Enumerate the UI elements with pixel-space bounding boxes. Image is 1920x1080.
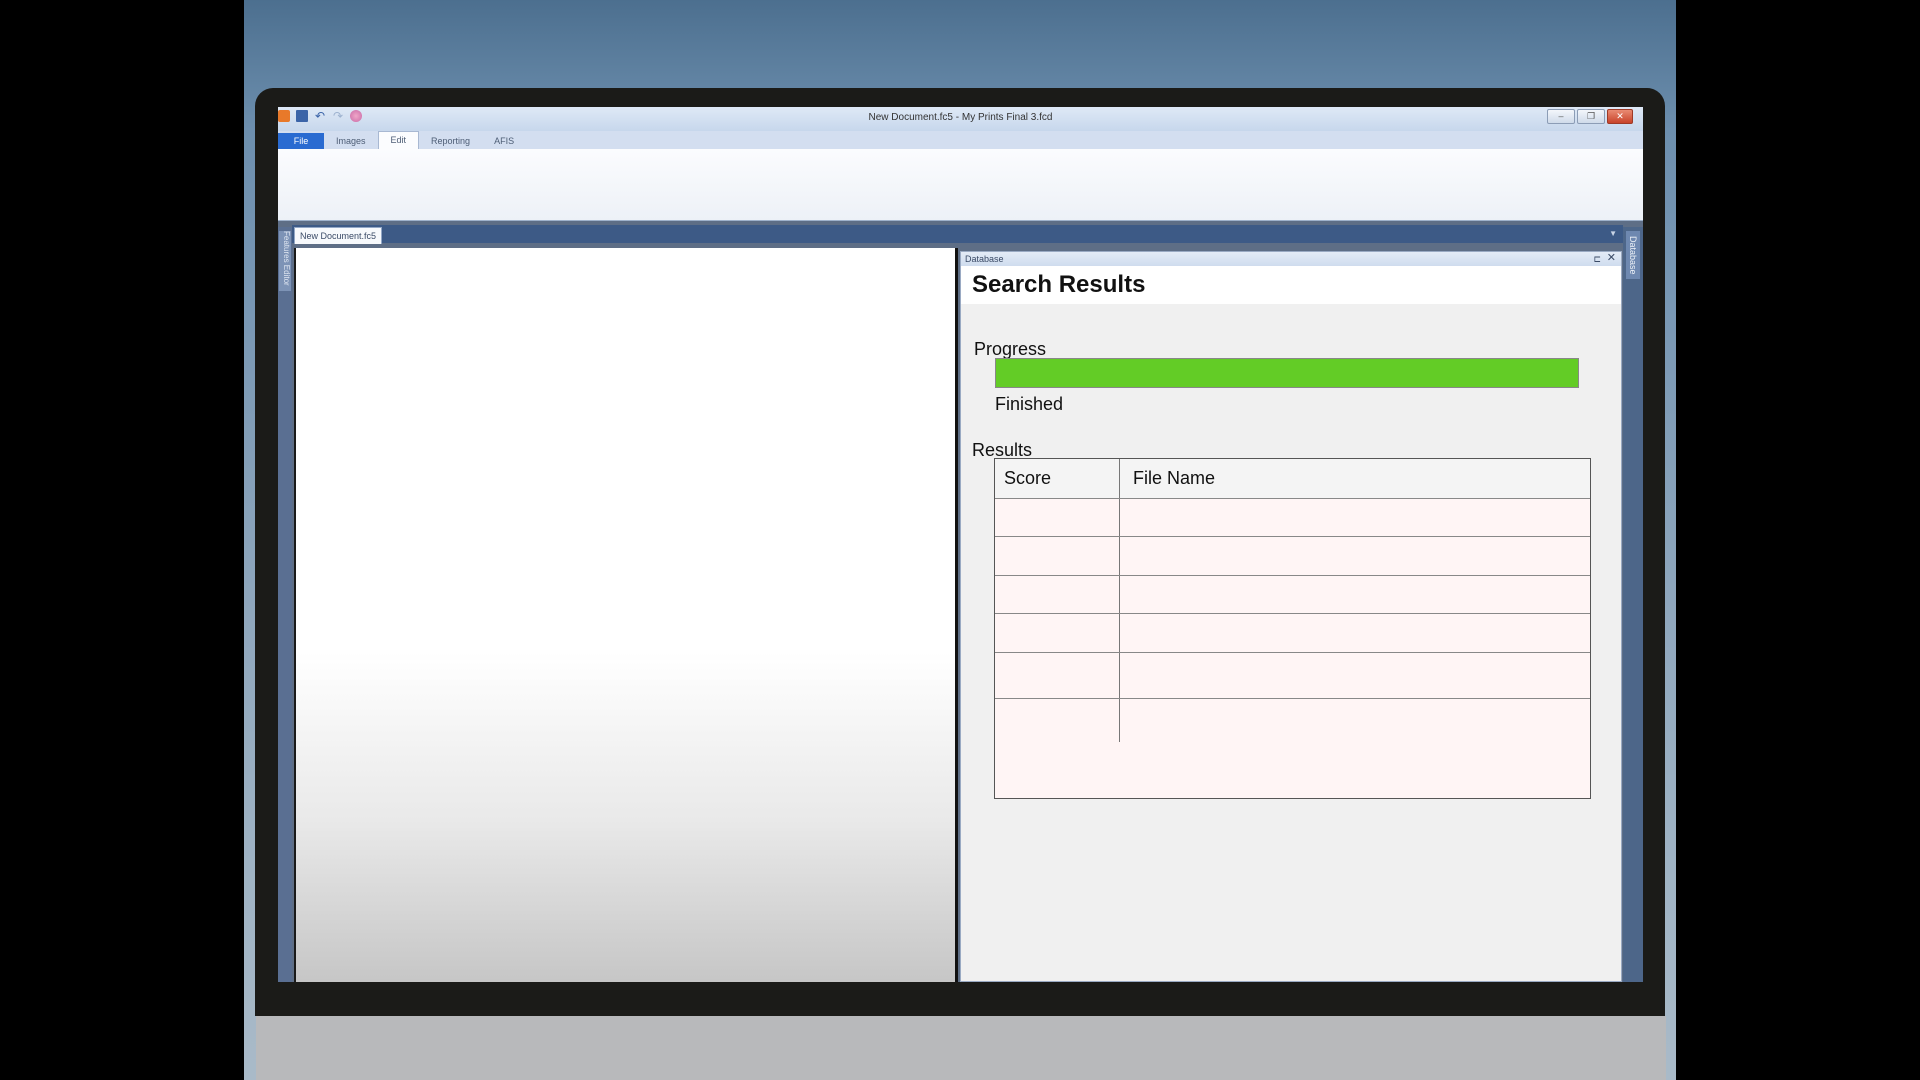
table-row[interactable]: [995, 499, 1590, 537]
tab-edit[interactable]: Edit: [377, 131, 420, 149]
table-header: Score File Name: [995, 459, 1590, 499]
app-window: ↶ ↷ New Document.fc5 - My Prints Final 3…: [278, 107, 1643, 982]
table-row[interactable]: [995, 576, 1590, 614]
window-title: New Document.fc5 - My Prints Final 3.fcd: [868, 112, 1053, 123]
minimize-button[interactable]: –: [1547, 109, 1575, 124]
features-editor-tab[interactable]: Features Editor: [279, 231, 291, 291]
tab-reporting[interactable]: Reporting: [419, 133, 482, 149]
document-tab-strip: New Document.fc5 ▼: [292, 225, 1623, 244]
right-collapsed-panel: Database: [1623, 227, 1643, 982]
monitor-stand: [256, 1016, 1666, 1080]
score-cell: [995, 614, 1120, 652]
score-cell: [995, 576, 1120, 613]
progress-bar-fill: [996, 359, 1578, 387]
table-body: [995, 499, 1590, 742]
file-name-cell: [1120, 537, 1590, 575]
database-side-tab[interactable]: Database: [1626, 231, 1640, 279]
restore-button[interactable]: ❐: [1577, 109, 1605, 124]
database-panel: Database ⊏ ✕ Search Results Progress Fin…: [960, 251, 1622, 982]
database-panel-title: Database: [965, 254, 1004, 264]
tab-file[interactable]: File: [278, 133, 324, 149]
score-cell: [995, 699, 1120, 742]
file-name-cell: [1120, 576, 1590, 613]
window-controls: – ❐ ✕: [1547, 109, 1633, 124]
progress-label: Progress: [974, 339, 1047, 359]
tab-afis[interactable]: AFIS: [482, 133, 526, 149]
table-row[interactable]: [995, 537, 1590, 576]
search-results-heading: Search Results: [961, 266, 1621, 304]
ribbon-body: [278, 149, 1643, 221]
results-table: Score File Name: [994, 458, 1591, 799]
progress-bar: [995, 358, 1579, 388]
column-header-file-name[interactable]: File Name: [1120, 459, 1590, 498]
table-row[interactable]: [995, 653, 1590, 699]
progress-status: Finished: [995, 394, 1064, 414]
column-header-score[interactable]: Score: [995, 459, 1120, 498]
score-cell: [995, 499, 1120, 536]
left-collapsed-panel: Features Editor: [278, 227, 292, 982]
title-bar: ↶ ↷ New Document.fc5 - My Prints Final 3…: [278, 107, 1643, 131]
document-canvas[interactable]: [294, 248, 955, 982]
file-name-cell: [1120, 699, 1590, 742]
file-name-cell: [1120, 614, 1590, 652]
table-row[interactable]: [995, 614, 1590, 653]
close-icon[interactable]: ✕: [1607, 252, 1616, 265]
document-tab[interactable]: New Document.fc5: [294, 227, 383, 244]
file-name-cell: [1120, 499, 1590, 536]
ribbon-tabs: File Images Edit Reporting AFIS: [278, 131, 1643, 149]
photo-background: ↶ ↷ New Document.fc5 - My Prints Final 3…: [244, 0, 1676, 1080]
score-cell: [995, 653, 1120, 698]
database-panel-header: Database ⊏ ✕: [961, 252, 1621, 266]
file-name-cell: [1120, 653, 1590, 698]
chevron-down-icon[interactable]: ▼: [1609, 229, 1617, 238]
score-cell: [995, 537, 1120, 575]
panel-splitter[interactable]: [955, 248, 958, 982]
table-row[interactable]: [995, 699, 1590, 742]
pin-icon[interactable]: ⊏: [1593, 252, 1601, 266]
close-button[interactable]: ✕: [1607, 109, 1633, 124]
tab-images[interactable]: Images: [324, 133, 378, 149]
